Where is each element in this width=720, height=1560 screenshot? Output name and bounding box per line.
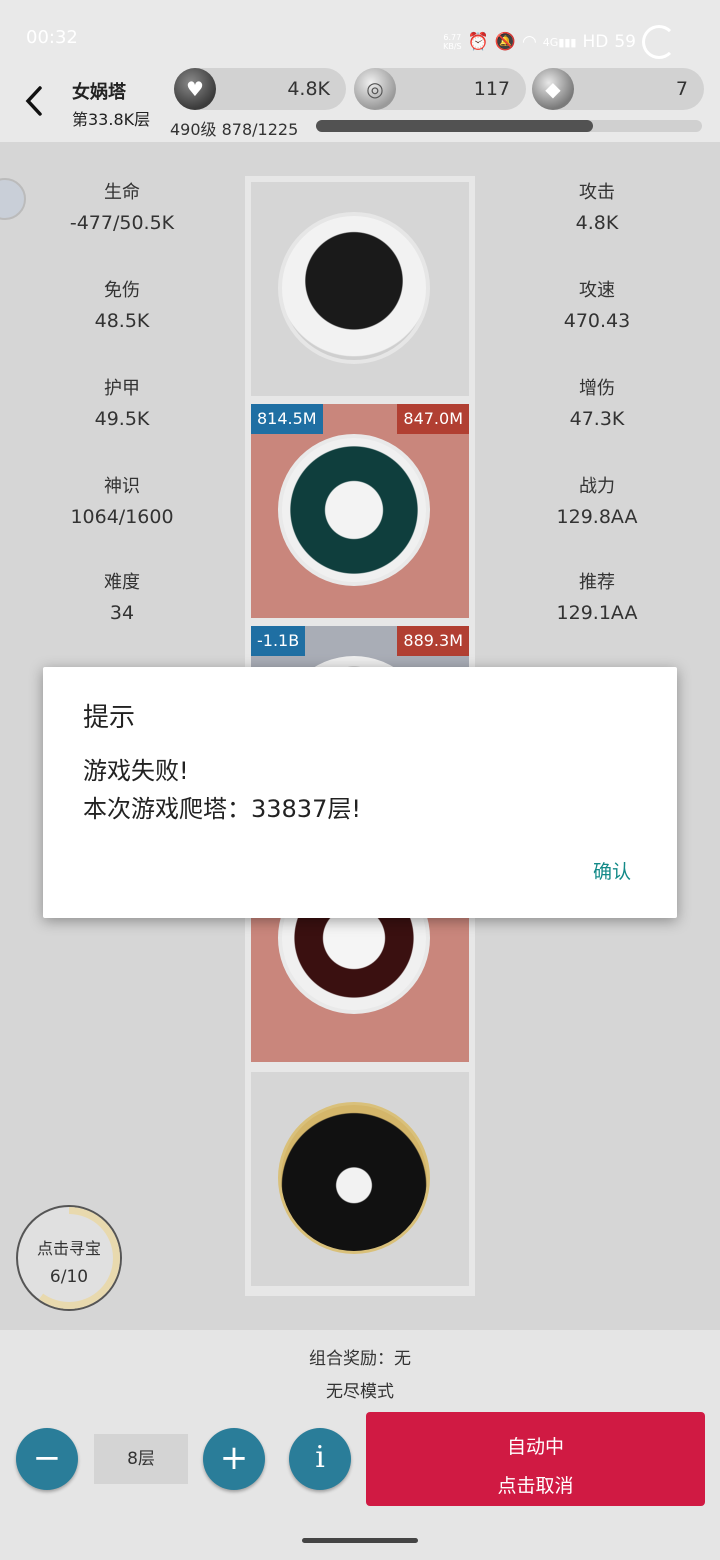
wifi-icon: ◠	[521, 32, 537, 52]
dialog-message-2: 本次游戏爬塔：33837层!	[83, 795, 361, 823]
back-arrow-icon[interactable]	[20, 84, 50, 118]
confirm-button[interactable]: 确认	[593, 857, 631, 884]
stat-hp: 生命 -477/50.5K	[69, 182, 175, 234]
xp-bar-fill	[316, 120, 593, 132]
auto-cancel-button[interactable]: 自动中 点击取消	[366, 1412, 705, 1506]
enemy-hp-tag: -1.1B	[251, 626, 306, 656]
enemy-hp-tag: 814.5M	[251, 404, 323, 434]
resource-coin: ◎ 117	[354, 68, 526, 110]
battery-ring-icon	[642, 25, 676, 59]
signal-icon: 4G▮▮▮	[542, 35, 577, 49]
stat-damage-reduction: 免伤 48.5K	[94, 280, 150, 332]
dialog-title: 提示	[83, 703, 136, 733]
stat-difficulty: 难度 34	[104, 572, 140, 624]
current-floor: 第33.8K层	[72, 110, 151, 129]
stat-attack-speed: 攻速 470.43	[563, 280, 631, 332]
header-bar: 女娲塔 第33.8K层 ♥ 4.8K ◎ 117 ◆ 7 490级 878/12…	[0, 62, 720, 142]
stat-spirit: 神识 1064/1600	[70, 476, 174, 528]
tower-cell[interactable]	[251, 1072, 469, 1286]
net-speed: 6.77 KB/S	[443, 33, 462, 51]
stat-attack: 攻击 4.8K	[575, 182, 619, 234]
mode-text: 无尽模式	[326, 1382, 394, 1402]
auto-line2: 点击取消	[497, 1475, 574, 1497]
enemy-attack-tag: 889.3M	[397, 626, 469, 656]
plus-button[interactable]: +	[203, 1428, 265, 1490]
resource-heart: ♥ 4.8K	[174, 68, 346, 110]
resource-diamond: ◆ 7	[532, 68, 704, 110]
stat-damage-boost: 增伤 47.3K	[569, 378, 625, 430]
enemy-attack-tag: 847.0M	[397, 404, 469, 434]
stat-recommended: 推荐 129.1AA	[556, 572, 638, 624]
battery-level: 59	[614, 32, 636, 52]
mute-icon: 🔕	[494, 32, 516, 52]
dragon-medal-icon	[278, 434, 430, 586]
tower-cell-enemy[interactable]: 814.5M 847.0M	[251, 404, 469, 618]
diamond-icon: ◆	[532, 68, 574, 110]
status-icons: 6.77 KB/S ⏰ 🔕 ◠ 4G▮▮▮ HD 59	[443, 25, 676, 59]
info-button[interactable]: i	[289, 1428, 351, 1490]
dialog-message-1: 游戏失败!	[83, 757, 189, 785]
level-text: 490级 878/1225	[170, 120, 299, 139]
staircase-medal-icon	[278, 212, 430, 364]
alarm-icon: ⏰	[467, 32, 489, 52]
hd-label: HD	[582, 32, 609, 52]
minus-button[interactable]: −	[16, 1428, 78, 1490]
combo-reward-text: 组合奖励：无	[309, 1349, 411, 1369]
girl-medal-icon	[278, 1102, 430, 1254]
stat-power: 战力 129.8AA	[556, 476, 638, 528]
coin-icon: ◎	[354, 68, 396, 110]
gesture-navbar[interactable]	[302, 1538, 418, 1543]
treasure-button[interactable]: 点击寻宝 6/10	[16, 1205, 122, 1311]
stat-armor: 护甲 49.5K	[94, 378, 150, 430]
floor-count: 8层	[94, 1434, 188, 1484]
alert-dialog: 提示 游戏失败! 本次游戏爬塔：33837层! 确认	[43, 667, 677, 918]
diamond-value: 7	[675, 78, 688, 100]
heart-value: 4.8K	[287, 78, 330, 100]
tower-cell[interactable]	[251, 182, 469, 396]
tower-title: 女娲塔	[72, 82, 126, 103]
coin-value: 117	[473, 78, 510, 100]
status-time: 00:32	[26, 27, 78, 48]
treasure-count: 6/10	[49, 1267, 89, 1287]
signal-label: 4G	[542, 35, 559, 49]
treasure-label: 点击寻宝	[36, 1239, 101, 1258]
auto-line1: 自动中	[506, 1436, 564, 1458]
heart-icon: ♥	[174, 68, 216, 110]
